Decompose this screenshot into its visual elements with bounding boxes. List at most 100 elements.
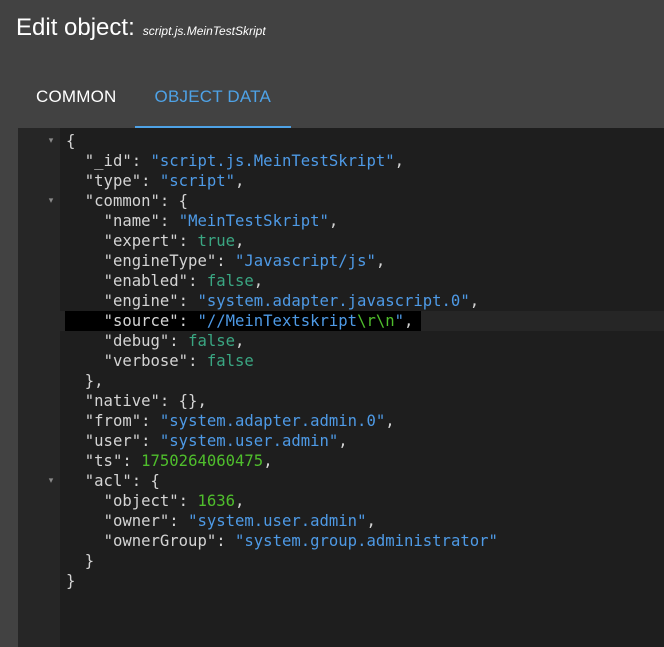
code-text: "native": {}, (66, 391, 207, 411)
code-line[interactable]: "owner": "system.user.admin", (18, 511, 664, 531)
json-colon: : (216, 252, 236, 270)
tab-object-data[interactable]: OBJECT DATA (134, 66, 292, 128)
code-line[interactable]: "source": "//MeinTextskript\r\n", (18, 311, 664, 331)
json-colon: : (141, 412, 160, 430)
code-line[interactable]: "from": "system.adapter.admin.0", (18, 411, 664, 431)
json-comma: , (253, 272, 264, 290)
editor-code-area[interactable]: ▾{ "_id": "script.js.MeinTestSkript", "t… (18, 128, 664, 647)
json-colon: : (141, 172, 160, 190)
tab-common[interactable]: COMMON (18, 66, 135, 128)
code-text: "ts": 1750264060475, (66, 451, 273, 471)
json-colon: : (178, 232, 198, 250)
json-colon: : (159, 392, 179, 410)
json-comma: , (404, 312, 414, 330)
json-boolean-value: true (197, 232, 236, 250)
code-text: "name": "MeinTestSkript", (66, 211, 339, 231)
code-text: }, (66, 371, 104, 391)
code-line[interactable]: "engineType": "Javascript/js", (18, 251, 664, 271)
json-string-value: "script.js.MeinTestSkript (150, 152, 386, 170)
json-key: "debug" (103, 332, 170, 350)
json-key: "_id" (84, 152, 132, 170)
code-line[interactable]: "verbose": false (18, 351, 664, 371)
code-line[interactable]: "ts": 1750264060475, (18, 451, 664, 471)
code-line[interactable]: "enabled": false, (18, 271, 664, 291)
json-comma: , (328, 212, 339, 230)
json-boolean-value: false (206, 272, 254, 290)
fold-toggle-icon[interactable]: ▾ (46, 191, 56, 211)
json-editor[interactable]: ▾{ "_id": "script.js.MeinTestSkript", "t… (18, 128, 664, 647)
code-line[interactable]: ▾{ (18, 131, 664, 151)
json-colon: : (159, 212, 179, 230)
json-string-value: "system.adapter.javascript.0 (197, 292, 461, 310)
json-escape: \r\n (357, 312, 395, 330)
json-key: "verbose" (103, 352, 189, 370)
json-string-value: "system.group.administrator (235, 532, 489, 550)
json-boolean-value: false (188, 332, 236, 350)
json-quote: " (225, 172, 236, 190)
json-punctuation: }, (84, 372, 104, 390)
object-id-label: script.js.MeinTestSkript (142, 24, 266, 38)
json-comma: , (469, 292, 480, 310)
json-quote: " (460, 292, 470, 310)
json-key: "user" (84, 432, 142, 450)
json-quote: " (328, 432, 339, 450)
json-quote: " (366, 252, 376, 270)
code-text: "type": "script", (66, 171, 245, 191)
dialog-title-label: Edit object: (16, 14, 135, 41)
fold-toggle-icon[interactable]: ▾ (46, 131, 56, 151)
code-line[interactable]: "ownerGroup": "system.group.administrato… (18, 531, 664, 551)
code-line[interactable]: "user": "system.user.admin", (18, 431, 664, 451)
code-line[interactable]: "type": "script", (18, 171, 664, 191)
json-string-value: "//MeinTextskript (197, 312, 358, 330)
json-punctuation: } (84, 552, 95, 570)
code-line[interactable]: } (18, 551, 664, 571)
code-line[interactable]: ▾ "common": { (18, 191, 664, 211)
json-comma: , (394, 152, 405, 170)
json-comma: , (366, 512, 376, 530)
json-key: "enabled" (103, 272, 189, 290)
code-line[interactable]: "debug": false, (18, 331, 664, 351)
json-key: "type" (84, 172, 142, 190)
code-line[interactable]: } (18, 571, 664, 591)
json-colon: : (131, 152, 151, 170)
json-key: "native" (84, 392, 160, 410)
code-line[interactable]: "object": 1636, (18, 491, 664, 511)
json-colon: : (178, 292, 198, 310)
json-colon: : (169, 512, 189, 530)
json-number-value: 1636 (197, 492, 236, 510)
json-comma: , (375, 252, 386, 270)
code-line[interactable]: "name": "MeinTestSkript", (18, 211, 664, 231)
code-text: "owner": "system.user.admin", (66, 511, 376, 531)
json-key: "object" (103, 492, 179, 510)
json-punctuation: { (66, 132, 76, 150)
json-quote: " (385, 152, 395, 170)
json-boolean-value: false (206, 352, 254, 370)
code-text: "debug": false, (66, 331, 245, 351)
code-text: } (66, 551, 94, 571)
code-line[interactable]: "expert": true, (18, 231, 664, 251)
json-string-value: "script (159, 172, 226, 190)
json-comma: , (235, 232, 245, 250)
code-text: "engineType": "Javascript/js", (66, 251, 386, 271)
json-string-value: "system.user.admin (159, 432, 329, 450)
json-key: "engine" (103, 292, 179, 310)
json-colon: : (131, 472, 151, 490)
json-colon: : (216, 532, 236, 550)
json-colon: : (159, 192, 179, 210)
json-key: "from" (84, 412, 142, 430)
code-text: "engine": "system.adapter.javascript.0", (66, 291, 480, 311)
code-line[interactable]: "engine": "system.adapter.javascript.0", (18, 291, 664, 311)
fold-toggle-icon[interactable]: ▾ (46, 471, 56, 491)
code-line[interactable]: "native": {}, (18, 391, 664, 411)
json-quote: " (319, 212, 329, 230)
json-string-value: "system.user.admin (188, 512, 358, 530)
json-comma: , (338, 432, 348, 450)
code-line[interactable]: }, (18, 371, 664, 391)
json-key: "ownerGroup" (103, 532, 217, 550)
json-key: "owner" (103, 512, 170, 530)
json-punctuation: } (66, 572, 76, 590)
code-line[interactable]: "_id": "script.js.MeinTestSkript", (18, 151, 664, 171)
json-comma: , (263, 452, 273, 470)
code-line[interactable]: ▾ "acl": { (18, 471, 664, 491)
code-text: "from": "system.adapter.admin.0", (66, 411, 395, 431)
